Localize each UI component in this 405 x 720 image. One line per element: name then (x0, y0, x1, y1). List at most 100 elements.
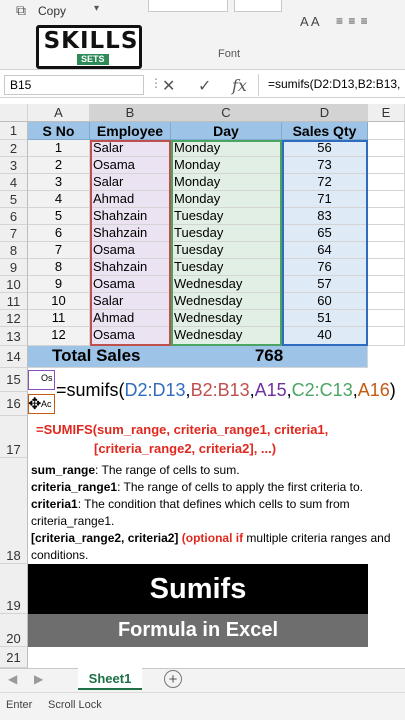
cell[interactable] (368, 208, 405, 225)
row-header-18[interactable]: 18 (0, 458, 28, 564)
desc-criteria-range1: : The range of cells to apply the first … (117, 480, 363, 494)
column-header-a[interactable]: A (28, 104, 90, 122)
cell[interactable] (368, 140, 405, 157)
next-sheet-icon[interactable]: ▶ (34, 672, 43, 686)
copy-button[interactable]: Copy (38, 4, 66, 18)
table-cell[interactable]: 3 (28, 174, 90, 191)
row-header-11[interactable]: 11 (0, 293, 28, 310)
row-header-3[interactable]: 3 (0, 157, 28, 174)
row-header-6[interactable]: 6 (0, 208, 28, 225)
name-box[interactable]: B15 (4, 75, 144, 95)
row-header-20[interactable]: 20 (0, 614, 28, 647)
syntax-line-1: =SUMIFS(sum_range, criteria_range1, crit… (36, 422, 329, 437)
term-optional: [criteria_range2, criteria2] (31, 531, 179, 545)
enter-icon[interactable]: ✓ (198, 76, 211, 96)
cell[interactable] (368, 174, 405, 191)
table-cell[interactable]: 6 (28, 225, 90, 242)
copy-icon[interactable]: ⧉ (16, 2, 26, 19)
font-size-box[interactable] (234, 0, 282, 12)
table-cell[interactable]: 1 (28, 140, 90, 157)
cell[interactable] (368, 157, 405, 174)
status-bar: Enter Scroll Lock (0, 692, 405, 720)
sheet-tab-bar: ◀ ▶ Sheet1 + (0, 668, 405, 692)
column-header-c[interactable]: C (171, 104, 282, 122)
more-icon: ⋮ (150, 76, 162, 90)
cell[interactable] (368, 122, 405, 140)
range-b2-b13-highlight (90, 140, 171, 346)
range-d2-d13-highlight (282, 140, 368, 346)
sheet-tab-sheet1[interactable]: Sheet1 (78, 668, 142, 690)
row-header-21[interactable]: 21 (0, 647, 28, 668)
chevron-down-icon[interactable]: ▾ (94, 3, 99, 14)
cell[interactable] (368, 293, 405, 310)
column-header-b[interactable]: B (90, 104, 171, 122)
row-header-2[interactable]: 2 (0, 140, 28, 157)
row-header-8[interactable]: 8 (0, 242, 28, 259)
header-sales-qty[interactable]: Sales Qty (282, 122, 368, 140)
table-cell[interactable]: 8 (28, 259, 90, 276)
header-day[interactable]: Day (171, 122, 282, 140)
term-criteria-range1: criteria_range1 (31, 480, 118, 494)
row-header-10[interactable]: 10 (0, 276, 28, 293)
cell[interactable] (368, 225, 405, 242)
add-sheet-icon[interactable]: + (164, 670, 182, 688)
row-header-14[interactable]: 14 (0, 346, 28, 368)
font-name-box[interactable] (148, 0, 228, 12)
desc-criteria1: : The condition that defines which cells… (31, 497, 350, 528)
align-icon[interactable]: ≡ ≡ ≡ (336, 14, 369, 28)
desc-sum-range: : The range of cells to sum. (95, 463, 240, 477)
row-header-16[interactable]: 16 (0, 392, 28, 416)
cell-formula-editor[interactable]: =sumifs(D2:D13,B2:B13,A15,C2:C13,A16) (56, 380, 396, 401)
total-sales-value[interactable]: 768 (171, 346, 368, 368)
table-cell[interactable]: 5 (28, 208, 90, 225)
select-all-corner[interactable] (0, 104, 28, 122)
cell[interactable] (368, 242, 405, 259)
row-header-7[interactable]: 7 (0, 225, 28, 242)
row-header-13[interactable]: 13 (0, 327, 28, 346)
formula-close: ) (389, 380, 396, 400)
table-cell[interactable]: 12 (28, 327, 90, 346)
divider (258, 74, 259, 96)
term-criteria1: criteria1 (31, 497, 78, 511)
cell[interactable] (368, 276, 405, 293)
row-header-4[interactable]: 4 (0, 174, 28, 191)
status-scroll-lock: Scroll Lock (48, 699, 102, 711)
column-header-e[interactable]: E (368, 104, 405, 122)
logo-text: SKILLS (43, 28, 139, 54)
table-cell[interactable]: 4 (28, 191, 90, 208)
table-cell[interactable]: 11 (28, 310, 90, 327)
font-group-label: Font (218, 48, 241, 60)
header-employee[interactable]: Employee (90, 122, 171, 140)
cell[interactable] (368, 310, 405, 327)
table-cell[interactable]: 7 (28, 242, 90, 259)
cell-a15[interactable]: Os (28, 370, 55, 390)
row-header-1[interactable]: 1 (0, 122, 28, 140)
subtitle-banner: Formula in Excel (28, 614, 368, 647)
skills-sets-logo: SKILLS SETS (36, 25, 142, 69)
row-header-5[interactable]: 5 (0, 191, 28, 208)
row-header-12[interactable]: 12 (0, 310, 28, 327)
formula-ref-a16: A16 (357, 380, 390, 400)
row-header-17[interactable]: 17 (0, 416, 28, 458)
title-banner: Sumifs (28, 564, 368, 614)
table-cell[interactable]: 10 (28, 293, 90, 310)
cell[interactable] (368, 191, 405, 208)
cancel-icon[interactable]: ✕ (162, 76, 175, 96)
formula-ref-a15: A15 (254, 380, 287, 400)
insert-function-icon[interactable]: fx (232, 76, 247, 95)
formula-input[interactable]: =sumifs(D2:D13,B2:B13, (268, 77, 400, 91)
column-header-d[interactable]: D (282, 104, 368, 122)
cell[interactable] (368, 327, 405, 346)
row-header-9[interactable]: 9 (0, 259, 28, 276)
cell[interactable] (368, 259, 405, 276)
cursor-icon: ✥ (28, 396, 42, 413)
row-header-15[interactable]: 15 (0, 368, 28, 392)
argument-descriptions: sum_range: The range of cells to sum. cr… (31, 462, 403, 564)
range-c2-c13-highlight (171, 140, 282, 346)
row-header-19[interactable]: 19 (0, 564, 28, 614)
prev-sheet-icon[interactable]: ◀ (8, 672, 17, 686)
table-cell[interactable]: 2 (28, 157, 90, 174)
table-cell[interactable]: 9 (28, 276, 90, 293)
font-grow-icon[interactable]: A A (300, 14, 320, 29)
header-s-no[interactable]: S No (28, 122, 90, 140)
